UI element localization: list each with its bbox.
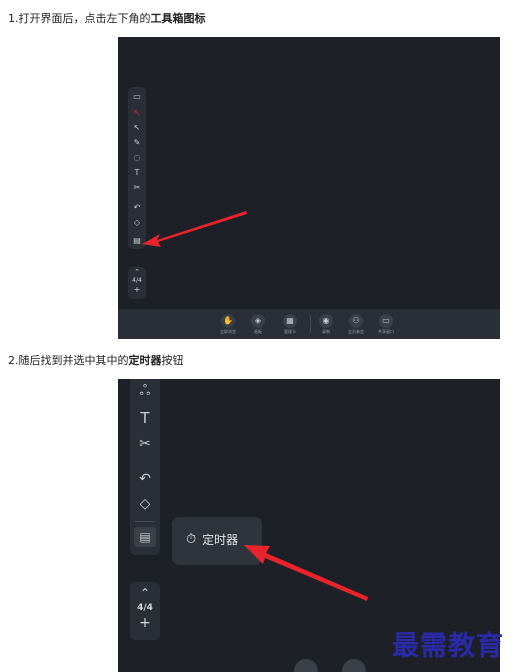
screenshot-1: ▭ ↖ ↖ ✎ ◌ T ✂ ↶ ◇ ▤ ⌃ 4/4 + ✋ 全屏浏览 ◈ 画板 … xyxy=(118,37,500,339)
step-2-text: 2.随后找到并选中其中的定时器按钮 xyxy=(8,354,184,367)
red-arrow-1 xyxy=(142,211,247,247)
step-1-text: 1.打开界面后，点击左下角的工具箱图标 xyxy=(8,12,206,25)
watermark-logo: 最需教育 xyxy=(392,631,504,662)
